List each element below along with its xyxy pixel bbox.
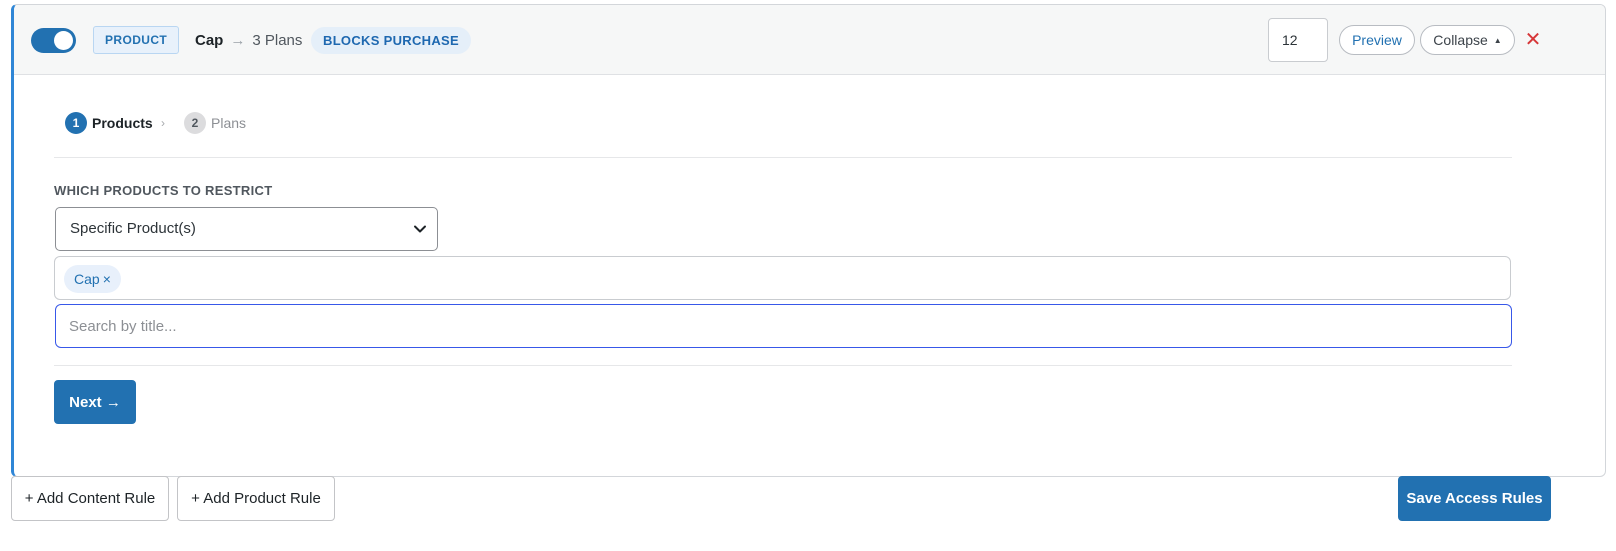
tag-label: Cap: [74, 271, 100, 287]
rule-product-name: Cap: [195, 32, 224, 49]
step-separator-icon: ›: [161, 116, 165, 130]
collapse-label: Collapse: [1433, 32, 1488, 48]
step-label: Products: [92, 115, 153, 131]
step-number: 1: [65, 112, 87, 134]
rule-summary: Cap → 3 Plans: [195, 31, 302, 51]
rule-header: PRODUCT Cap → 3 Plans BLOCKS PURCHASE Prev…: [14, 5, 1605, 75]
chevron-down-icon: [414, 225, 426, 233]
access-rule-card: PRODUCT Cap → 3 Plans BLOCKS PURCHASE Prev…: [11, 4, 1606, 477]
divider: [54, 157, 1512, 158]
select-value: Specific Product(s): [70, 220, 196, 237]
step-products[interactable]: 1 Products: [65, 112, 153, 134]
step-number: 2: [184, 112, 206, 134]
add-product-rule-button[interactable]: + Add Product Rule: [177, 476, 335, 521]
step-label: Plans: [211, 115, 247, 131]
caret-up-icon: ▲: [1493, 36, 1502, 45]
save-access-rules-button[interactable]: Save Access Rules: [1398, 476, 1551, 521]
product-scope-select[interactable]: Specific Product(s): [55, 207, 438, 251]
step-plans[interactable]: 2 Plans: [184, 112, 246, 134]
product-tag: Cap ×: [64, 265, 121, 293]
toggle-knob: [54, 31, 73, 50]
collapse-button[interactable]: Collapse ▲: [1420, 25, 1515, 55]
arrow-right-icon: →: [230, 32, 246, 49]
divider: [54, 365, 1512, 366]
selected-products-box[interactable]: Cap ×: [54, 256, 1511, 300]
product-search-input[interactable]: [55, 304, 1512, 348]
close-icon[interactable]: ✕: [1524, 30, 1542, 50]
rule-effect-badge: BLOCKS PURCHASE: [311, 27, 471, 54]
add-content-rule-button[interactable]: + Add Content Rule: [11, 476, 169, 521]
preview-button[interactable]: Preview: [1339, 25, 1415, 55]
tag-remove-icon[interactable]: ×: [103, 271, 111, 287]
rule-plans-summary: 3 Plans: [252, 32, 303, 49]
products-field-label: WHICH PRODUCTS TO RESTRICT: [54, 183, 273, 198]
rule-type-badge: PRODUCT: [93, 26, 180, 54]
next-button[interactable]: Next →: [54, 380, 136, 424]
rule-priority-input[interactable]: [1268, 18, 1328, 62]
rule-enabled-toggle[interactable]: [31, 28, 76, 53]
